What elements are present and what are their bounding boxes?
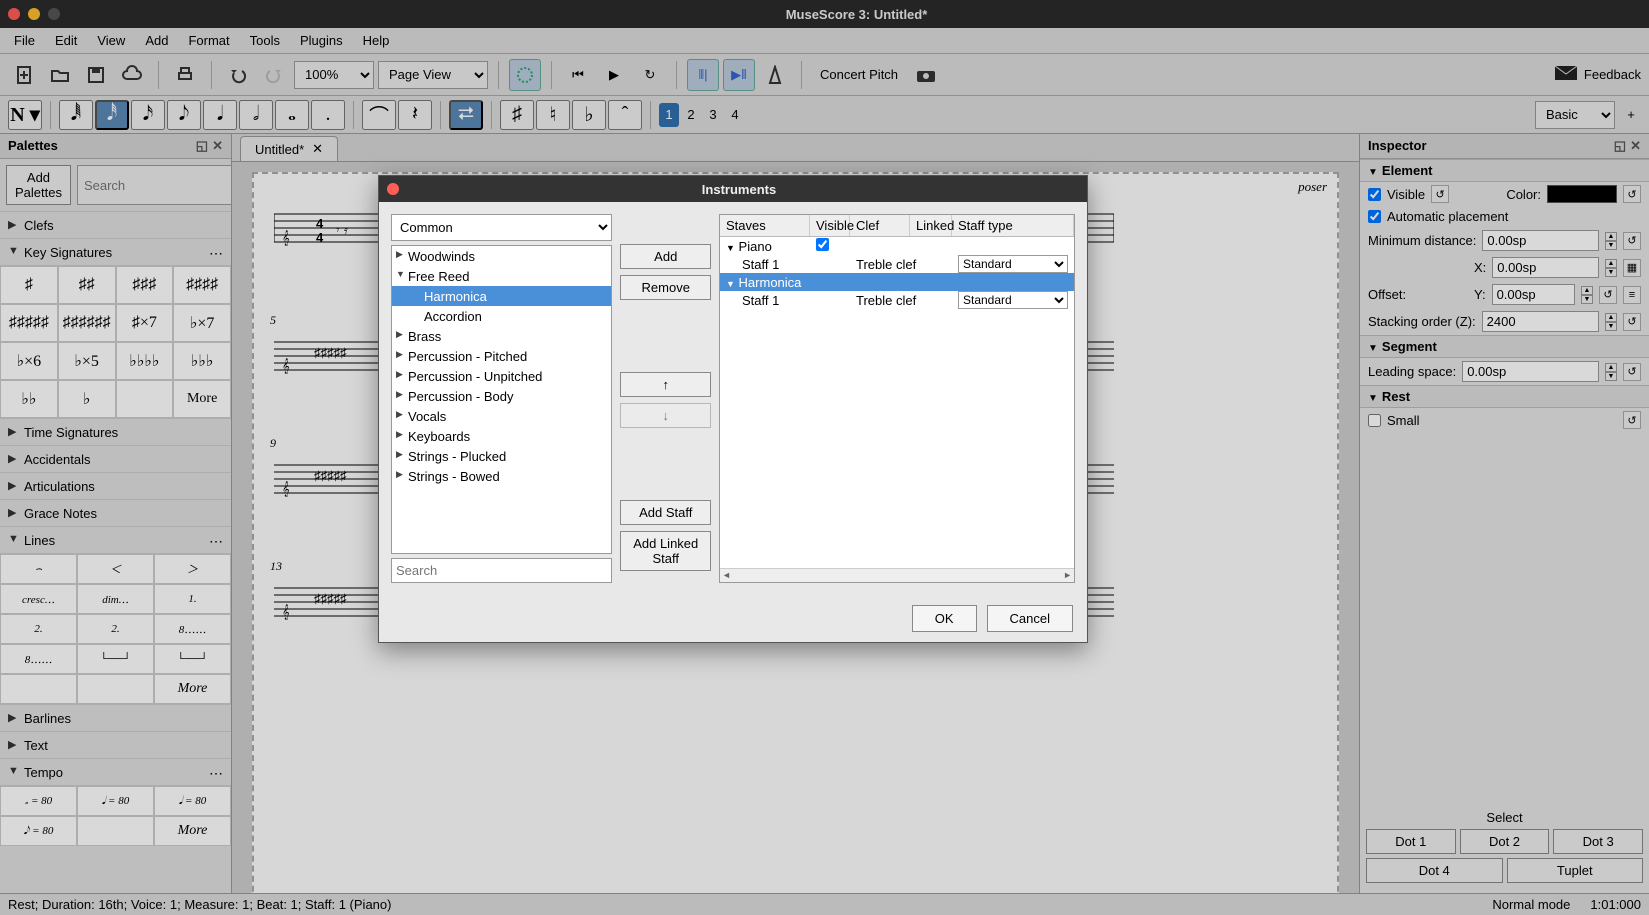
caret-right-icon: ▶	[396, 349, 403, 360]
staff-type-select[interactable]: Standard	[958, 255, 1068, 273]
tree-instrument-accordion[interactable]: Accordion	[392, 306, 611, 326]
caret-right-icon: ▶	[396, 249, 403, 260]
col-linked: Linked	[910, 215, 952, 236]
expand-icon[interactable]: ▼	[726, 279, 735, 289]
instruments-dialog: Instruments Common ▶Woodwinds ▼Free Reed…	[378, 175, 1088, 643]
tree-instrument-harmonica[interactable]: Harmonica	[392, 286, 611, 306]
dialog-close-icon[interactable]	[387, 183, 399, 195]
col-visible: Visible	[810, 215, 850, 236]
dialog-titlebar: Instruments	[379, 176, 1087, 202]
tree-category[interactable]: ▶Strings - Plucked	[392, 446, 611, 466]
caret-right-icon: ▶	[396, 369, 403, 380]
remove-instrument-button[interactable]: Remove	[620, 275, 711, 300]
tree-category[interactable]: ▼Free Reed	[392, 266, 611, 286]
caret-right-icon: ▶	[396, 329, 403, 340]
tree-category[interactable]: ▶Percussion - Unpitched	[392, 366, 611, 386]
instrument-category-select[interactable]: Common	[391, 214, 612, 241]
dialog-title: Instruments	[399, 182, 1079, 197]
instrument-tree[interactable]: ▶Woodwinds ▼Free Reed Harmonica Accordio…	[391, 245, 612, 554]
caret-right-icon: ▶	[396, 409, 403, 420]
tree-category[interactable]: ▶Keyboards	[392, 426, 611, 446]
caret-down-icon: ▼	[396, 269, 405, 279]
table-header: Staves Visible Clef Linked Staff type	[720, 215, 1074, 237]
add-staff-button[interactable]: Add Staff	[620, 500, 711, 525]
caret-right-icon: ▶	[396, 469, 403, 480]
table-row[interactable]: Staff 1 Treble clef Standard	[720, 255, 1074, 273]
ok-button[interactable]: OK	[912, 605, 977, 632]
staff-type-select[interactable]: Standard	[958, 291, 1068, 309]
visible-checkbox[interactable]	[816, 238, 829, 251]
caret-right-icon: ▶	[396, 389, 403, 400]
col-clef: Clef	[850, 215, 910, 236]
tree-category[interactable]: ▶Woodwinds	[392, 246, 611, 266]
tree-category[interactable]: ▶Percussion - Body	[392, 386, 611, 406]
caret-right-icon: ▶	[396, 449, 403, 460]
horizontal-scrollbar[interactable]	[720, 568, 1074, 582]
tree-category[interactable]: ▶Brass	[392, 326, 611, 346]
tree-category[interactable]: ▶Percussion - Pitched	[392, 346, 611, 366]
expand-icon[interactable]: ▼	[726, 243, 735, 253]
move-down-button[interactable]: ↓	[620, 403, 711, 428]
caret-right-icon: ▶	[396, 429, 403, 440]
add-linked-staff-button[interactable]: Add Linked Staff	[620, 531, 711, 571]
table-row[interactable]: ▼ Piano	[720, 237, 1074, 255]
col-staff-type: Staff type	[952, 215, 1074, 236]
move-up-button[interactable]: ↑	[620, 372, 711, 397]
add-instrument-button[interactable]: Add	[620, 244, 711, 269]
instrument-search-input[interactable]	[391, 558, 612, 583]
staves-table: Staves Visible Clef Linked Staff type ▼ …	[719, 214, 1075, 583]
table-row[interactable]: ▼ Harmonica	[720, 273, 1074, 291]
table-row[interactable]: Staff 1 Treble clef Standard	[720, 291, 1074, 309]
tree-category[interactable]: ▶Vocals	[392, 406, 611, 426]
cancel-button[interactable]: Cancel	[987, 605, 1073, 632]
col-staves: Staves	[720, 215, 810, 236]
tree-category[interactable]: ▶Strings - Bowed	[392, 466, 611, 486]
